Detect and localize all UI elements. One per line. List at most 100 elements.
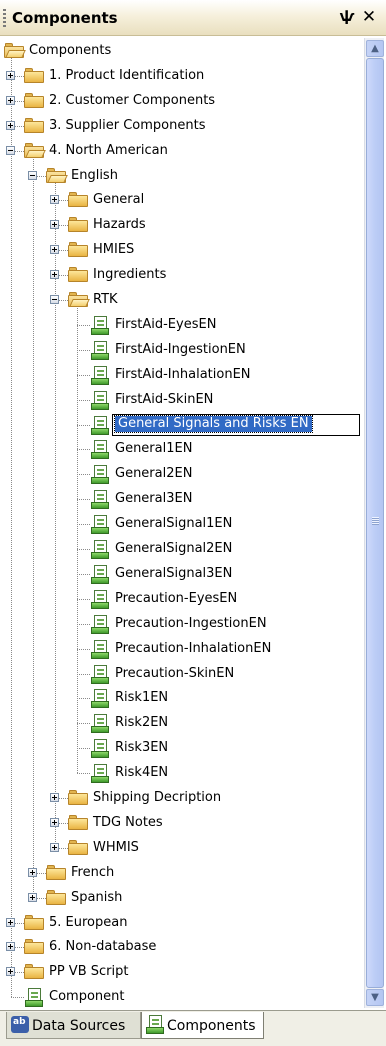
tree-node[interactable]: RTK xyxy=(2,289,362,311)
collapse-icon[interactable] xyxy=(6,145,15,155)
tree-node[interactable]: French xyxy=(2,862,362,884)
tree-node[interactable]: GeneralSignal3EN xyxy=(2,563,362,585)
expand-icon[interactable] xyxy=(6,70,15,80)
tree-node[interactable]: Risk1EN xyxy=(2,687,362,709)
folder-icon xyxy=(24,939,44,955)
tree-connector xyxy=(77,673,90,675)
tree-node-label: TDG Notes xyxy=(93,814,163,830)
tree-node-label: 4. North American xyxy=(49,142,168,158)
tree-node-label: Components xyxy=(29,43,112,58)
tree-node[interactable]: 5. European xyxy=(2,912,362,934)
tree-node-label: FirstAid-InhalationEN xyxy=(115,366,251,382)
tree-node[interactable]: Precaution-InhalationEN xyxy=(2,638,362,660)
tree-node[interactable]: Hazards xyxy=(2,214,362,236)
tree-node[interactable]: English xyxy=(2,165,362,187)
expand-icon[interactable] xyxy=(6,942,15,952)
close-icon[interactable]: ✕ xyxy=(360,7,378,27)
expand-icon[interactable] xyxy=(50,220,59,230)
tree-node[interactable]: 3. Supplier Components xyxy=(2,115,362,137)
tree-node-label: Shipping Decription xyxy=(93,790,222,805)
tree-node[interactable]: General Signals and Risks EN xyxy=(2,413,362,436)
tree-node[interactable]: FirstAid-InhalationEN xyxy=(2,364,362,386)
tree-node[interactable]: Shipping Decription xyxy=(2,787,362,809)
tree-node[interactable]: 2. Customer Components xyxy=(2,90,362,112)
tree-node[interactable]: WHMIS xyxy=(2,837,362,859)
tree-node[interactable]: General1EN xyxy=(2,438,362,460)
expand-icon[interactable] xyxy=(50,245,59,255)
tree-node-label: Risk1EN xyxy=(115,690,169,706)
tree-node[interactable]: FirstAid-EyesEN xyxy=(2,314,362,336)
tree-node-label: General2EN xyxy=(115,466,193,482)
scroll-down-button[interactable]: ▼ xyxy=(366,989,384,1006)
tree-node[interactable]: Risk4EN xyxy=(2,762,362,784)
data-sources-icon xyxy=(11,1016,29,1033)
tree-node-label: RTK xyxy=(93,292,118,307)
tree-node[interactable]: 4. North American xyxy=(2,140,362,162)
component-icon xyxy=(91,515,109,535)
expand-icon[interactable] xyxy=(6,120,15,130)
tree-node[interactable]: General3EN xyxy=(2,488,362,510)
tree-node[interactable]: PP VB Script xyxy=(2,961,362,983)
tree-connector xyxy=(77,399,90,401)
tree-node[interactable]: General xyxy=(2,189,362,211)
expand-icon[interactable] xyxy=(28,867,37,877)
tree-node[interactable]: FirstAid-SkinEN xyxy=(2,389,362,411)
tree-node[interactable]: 1. Product Identification xyxy=(2,65,362,87)
tree-node[interactable]: Component xyxy=(2,986,362,1008)
pin-icon[interactable]: ѱ xyxy=(339,8,355,26)
vertical-scrollbar[interactable]: ▲ ▼ xyxy=(364,38,384,1008)
tab-data-sources[interactable]: Data Sources xyxy=(6,1012,141,1039)
tree-node-label: 1. Product Identification xyxy=(49,67,205,83)
tree-node[interactable]: Components xyxy=(2,40,362,62)
expand-icon[interactable] xyxy=(6,917,15,927)
tree-connector xyxy=(77,424,90,426)
tree-node[interactable]: TDG Notes xyxy=(2,812,362,834)
folder-icon xyxy=(24,914,44,930)
tree-connector xyxy=(77,598,90,600)
drag-grip-icon[interactable] xyxy=(3,9,6,27)
collapse-icon[interactable] xyxy=(50,295,59,304)
tree-node[interactable]: Ingredients xyxy=(2,264,362,286)
component-icon xyxy=(91,490,109,510)
expand-icon[interactable] xyxy=(50,195,59,205)
scroll-up-button[interactable]: ▲ xyxy=(366,40,384,57)
tree-node[interactable]: FirstAid-IngestionEN xyxy=(2,339,362,361)
tree-node[interactable]: HMIES xyxy=(2,239,362,261)
tree-node[interactable]: General2EN xyxy=(2,463,362,485)
tree-node[interactable]: Precaution-SkinEN xyxy=(2,663,362,685)
tree-connector xyxy=(77,623,90,625)
tree-node-label: Precaution-InhalationEN xyxy=(115,640,272,656)
expand-icon[interactable] xyxy=(6,967,15,977)
expand-icon[interactable] xyxy=(50,842,59,852)
thumb-grip-icon xyxy=(372,517,379,525)
tree-node[interactable]: 6. Non-database xyxy=(2,936,362,958)
scrollbar-thumb[interactable] xyxy=(366,58,384,988)
tree-node-label: FirstAid-EyesEN xyxy=(115,316,217,332)
tree-node[interactable]: Risk3EN xyxy=(2,737,362,759)
rename-input[interactable]: General Signals and Risks EN xyxy=(112,413,360,436)
tree-node-label: General3EN xyxy=(115,491,193,507)
tree-node[interactable]: GeneralSignal2EN xyxy=(2,538,362,560)
tree-connector xyxy=(77,499,90,501)
tree-node-label: Precaution-SkinEN xyxy=(115,665,235,681)
tree-node-label: General Signals and Risks EN xyxy=(114,414,313,433)
expand-icon[interactable] xyxy=(50,817,59,827)
tree-node[interactable]: GeneralSignal1EN xyxy=(2,513,362,535)
tree-node[interactable]: Precaution-EyesEN xyxy=(2,588,362,610)
expand-icon[interactable] xyxy=(50,793,59,802)
component-icon xyxy=(91,564,109,584)
expand-icon[interactable] xyxy=(6,95,15,105)
expand-icon[interactable] xyxy=(50,270,59,280)
tree-node[interactable]: Risk2EN xyxy=(2,712,362,734)
components-tree[interactable]: Components 1. Product Identification 2. Cu… xyxy=(2,38,364,1008)
open-folder-icon xyxy=(4,43,26,58)
panel-title-bar[interactable]: Components ѱ ✕ xyxy=(0,0,386,36)
tree-connector xyxy=(77,773,90,775)
open-folder-icon xyxy=(68,292,90,307)
collapse-icon[interactable] xyxy=(28,170,37,180)
tab-components[interactable]: Components xyxy=(141,1012,264,1039)
tree-node[interactable]: Precaution-IngestionEN xyxy=(2,613,362,635)
component-icon xyxy=(91,390,109,410)
tree-node[interactable]: Spanish xyxy=(2,887,362,909)
expand-icon[interactable] xyxy=(28,892,37,902)
